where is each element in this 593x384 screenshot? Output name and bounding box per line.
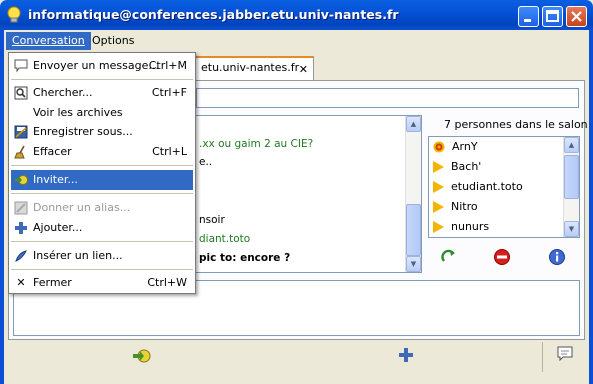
chat-scrollbar[interactable]: ▲ ▼	[405, 116, 421, 272]
chat-line: diant.toto	[199, 233, 251, 245]
menu-conversation[interactable]: Conversation	[6, 32, 91, 50]
menu-item-archives[interactable]: Voir les archives	[11, 103, 193, 123]
add-icon	[15, 222, 27, 234]
menu-separator	[11, 241, 193, 242]
menu-item-clear[interactable]: Effacer Ctrl+L	[11, 142, 193, 162]
menu-conversation-label: Conversation	[12, 34, 85, 47]
menu-item-label: Enregistrer sous...	[33, 125, 133, 138]
scroll-up-icon[interactable]: ▲	[406, 116, 421, 132]
menu-item-shortcut: Ctrl+L	[152, 145, 187, 158]
scroll-up-icon[interactable]: ▲	[564, 137, 579, 153]
conversation-menu: Envoyer un message... Ctrl+M Chercher...…	[8, 52, 196, 294]
target-icon	[433, 141, 445, 153]
participant-icon	[433, 181, 444, 193]
member-name: nunurs	[451, 220, 490, 233]
invite-icon[interactable]	[132, 346, 152, 364]
roster-title: 7 personnes dans le salon	[444, 118, 588, 131]
member-name: etudiant.toto	[451, 180, 523, 193]
close-icon: ✕	[16, 276, 26, 289]
menu-item-send-message[interactable]: Envoyer un message... Ctrl+M	[11, 56, 193, 76]
toolbar-divider	[542, 342, 543, 372]
close-icon	[571, 11, 582, 22]
message-icon	[14, 59, 28, 73]
menu-item-label: Donner un alias...	[33, 201, 131, 214]
window-title: informatique@conferences.jabber.etu.univ…	[28, 7, 399, 22]
refresh-icon[interactable]	[440, 248, 458, 266]
member-list: ArnY Bach' etudiant.toto Nitro nunurs ▲ …	[428, 136, 580, 238]
menu-item-label: Chercher...	[33, 86, 93, 99]
alias-icon	[14, 201, 28, 215]
maximize-button[interactable]	[542, 6, 563, 27]
member-item[interactable]: etudiant.toto	[433, 177, 523, 197]
menu-item-close[interactable]: ✕ Fermer Ctrl+W	[11, 273, 193, 293]
maximize-icon	[546, 10, 559, 22]
member-name: ArnY	[452, 140, 478, 153]
menu-item-label: Effacer	[33, 145, 72, 158]
menu-separator	[11, 165, 193, 166]
lightbulb-icon	[7, 6, 21, 23]
chat-line: pic to: encore ?	[199, 252, 291, 264]
menu-item-save-as[interactable]: Enregistrer sous...	[11, 122, 193, 142]
minimize-icon	[524, 19, 531, 22]
send-message-icon[interactable]	[556, 345, 574, 363]
member-item[interactable]: nunurs	[433, 217, 489, 237]
scroll-down-icon[interactable]: ▼	[564, 221, 579, 237]
broom-icon	[14, 145, 25, 159]
tab-label: etu.univ-nantes.fr	[201, 61, 300, 74]
menu-item-insert-link[interactable]: Insérer un lien...	[11, 246, 193, 266]
menu-item-label: Envoyer un message...	[33, 59, 159, 72]
tab-conference[interactable]: etu.univ-nantes.fr ✕	[194, 56, 314, 80]
menu-item-label: Fermer	[33, 276, 72, 289]
menu-separator	[11, 79, 193, 80]
menu-item-search[interactable]: Chercher... Ctrl+F	[11, 83, 193, 103]
menu-item-label: Ajouter...	[33, 221, 83, 234]
scroll-down-icon[interactable]: ▼	[406, 256, 421, 272]
menu-separator	[11, 193, 193, 194]
menu-bar: Conversation Options	[4, 30, 589, 52]
roster-scrollbar[interactable]: ▲ ▼	[563, 137, 579, 237]
link-icon	[15, 250, 27, 262]
close-tab-icon[interactable]: ✕	[299, 60, 308, 80]
title-bar: informatique@conferences.jabber.etu.univ…	[0, 0, 593, 30]
chat-line: nsoir	[199, 214, 225, 226]
menu-item-shortcut: Ctrl+W	[147, 276, 187, 289]
menu-item-alias: Donner un alias...	[11, 198, 193, 218]
menu-item-label: Voir les archives	[33, 106, 123, 119]
member-name: Nitro	[451, 200, 478, 213]
subject-field[interactable]	[196, 88, 579, 108]
minimize-button[interactable]	[518, 6, 539, 27]
participant-icon	[433, 221, 444, 233]
window-frame-right	[589, 30, 593, 384]
save-icon	[14, 125, 28, 139]
menu-options-label: Options	[92, 34, 135, 47]
menu-item-label: Inviter...	[33, 173, 78, 186]
chat-line: .xx ou gaim 2 au CIE?	[199, 138, 314, 150]
invite-icon	[15, 175, 28, 185]
close-window-button[interactable]	[566, 6, 587, 27]
member-name: Bach'	[451, 160, 482, 173]
menu-item-shortcut: Ctrl+M	[148, 59, 187, 72]
menu-options[interactable]: Options	[86, 32, 140, 50]
stop-icon[interactable]	[493, 248, 511, 266]
menu-item-invite[interactable]: Inviter...	[11, 170, 193, 190]
member-item[interactable]: Bach'	[433, 157, 481, 177]
member-item[interactable]: Nitro	[433, 197, 478, 217]
menu-item-add[interactable]: Ajouter...	[11, 218, 193, 238]
member-item[interactable]: ArnY	[433, 137, 478, 157]
scroll-thumb[interactable]	[406, 204, 421, 256]
scroll-thumb[interactable]	[564, 155, 579, 199]
add-icon[interactable]	[398, 347, 414, 363]
menu-separator	[11, 269, 193, 270]
participant-icon	[433, 161, 444, 173]
chat-line: e..	[199, 156, 213, 168]
info-icon[interactable]	[548, 248, 566, 266]
bottom-toolbar	[4, 340, 589, 380]
search-icon	[14, 86, 28, 100]
menu-item-label: Insérer un lien...	[33, 249, 123, 262]
participant-icon	[433, 201, 444, 213]
menu-item-shortcut: Ctrl+F	[151, 86, 187, 99]
window-frame-left	[0, 30, 4, 384]
